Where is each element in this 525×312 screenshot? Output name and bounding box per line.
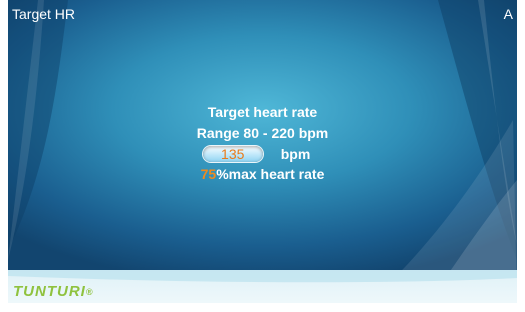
percent-value[interactable]: 75 [201,166,217,182]
unit-label: bpm [280,146,311,162]
percent-line: 75%max heart rate [8,164,517,185]
page-title: Target HR [12,6,76,22]
main-screen: Target HR A Target heart rate Range 80 -… [8,0,517,303]
target-value-row: 135 bpm [8,144,517,164]
mode-indicator: A [503,6,513,22]
brand-name: TUNTURI [13,283,86,300]
footer-bar: TUNTURI® [8,270,517,303]
app-frame: Target HR A Target heart rate Range 80 -… [0,0,525,312]
percent-label: %max heart rate [216,166,325,182]
heading: Target heart rate [207,104,318,120]
brand-mark: ® [85,287,94,297]
tunturi-logo: TUNTURI® [13,284,93,300]
target-hr-input[interactable]: 135 [202,146,263,162]
target-hr-panel: Target heart rate Range 80 - 220 bpm 135… [8,102,517,185]
range-label: Range 80 - 220 bpm [196,125,329,141]
